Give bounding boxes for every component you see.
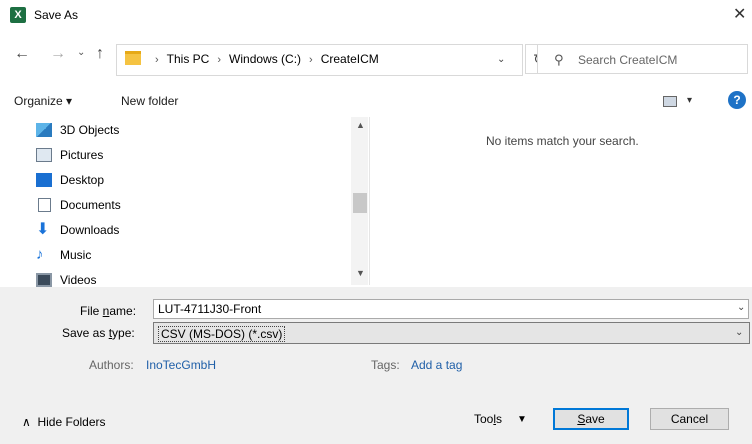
- authors-label: Authors:: [89, 358, 134, 372]
- file-name-input[interactable]: [153, 299, 749, 319]
- desktop-icon: [36, 173, 52, 187]
- sidebar-item-label: Documents: [60, 198, 121, 212]
- sidebar-item-label: Desktop: [60, 173, 105, 187]
- authors-value[interactable]: InoTecGmbH: [146, 358, 216, 372]
- file-name-label: File name:: [80, 304, 136, 318]
- new-folder-button[interactable]: New folder: [121, 94, 178, 108]
- command-bar: Organize ▾ New folder ▾ ?: [0, 87, 752, 115]
- scroll-down-chevron-icon[interactable]: ▼: [356, 268, 365, 278]
- label-text: File: [80, 304, 103, 318]
- search-icon: ⚲: [554, 52, 564, 67]
- navigation-pane[interactable]: 3D Objects Pictures Desktop Documents ⬇ …: [0, 117, 370, 287]
- help-icon[interactable]: ?: [728, 91, 746, 109]
- cancel-button[interactable]: Cancel: [650, 408, 729, 430]
- sidebar-item-label: 3D Objects: [60, 123, 120, 137]
- sidebar-item-label: Music: [60, 248, 92, 262]
- videos-icon: [36, 273, 52, 287]
- sidebar-item-label: Downloads: [60, 223, 120, 237]
- view-options-icon[interactable]: [663, 96, 677, 107]
- tools-dropdown-chevron-icon[interactable]: ▼: [517, 414, 527, 425]
- file-name-dropdown-chevron-icon[interactable]: ⌄: [737, 302, 745, 313]
- address-bar[interactable]: › This PC › Windows (C:) › CreateICM ⌄: [116, 44, 523, 76]
- excel-icon: X: [10, 7, 26, 23]
- view-dropdown-chevron-icon[interactable]: ▾: [687, 95, 692, 106]
- window-title: Save As: [34, 8, 79, 22]
- breadcrumb-windows-c[interactable]: Windows (C:): [229, 52, 301, 66]
- recent-locations-chevron-icon[interactable]: ⌄: [77, 47, 85, 58]
- chevron-up-icon: ∧: [22, 415, 31, 429]
- breadcrumb: › This PC › Windows (C:) › CreateICM: [147, 52, 379, 66]
- title-bar: [0, 0, 752, 30]
- breadcrumb-this-pc[interactable]: This PC: [167, 52, 210, 66]
- save-as-type-chevron-icon[interactable]: ⌄: [735, 327, 743, 338]
- search-input[interactable]: ⚲ Search CreateICM: [537, 44, 748, 74]
- breadcrumb-separator[interactable]: ›: [217, 54, 221, 66]
- breadcrumb-separator[interactable]: ›: [309, 54, 313, 66]
- downloads-icon: ⬇: [36, 221, 50, 238]
- cube-icon: [36, 123, 52, 137]
- label-text: ave: [585, 412, 605, 426]
- label-text: Too: [474, 412, 494, 426]
- tags-label: Tags:: [371, 358, 400, 372]
- hide-folders-button[interactable]: ∧ Hide Folders: [22, 415, 106, 429]
- empty-results-message: No items match your search.: [486, 134, 639, 148]
- folder-icon: [125, 51, 141, 65]
- save-as-type-value: CSV (MS-DOS) (*.csv): [158, 326, 286, 342]
- sidebar-item-label: Pictures: [60, 148, 104, 162]
- close-icon[interactable]: ✕: [733, 4, 746, 24]
- address-dropdown-chevron-icon[interactable]: ⌄: [497, 54, 505, 65]
- forward-arrow-icon[interactable]: →: [50, 45, 66, 63]
- scroll-up-chevron-icon[interactable]: ▲: [356, 120, 365, 130]
- label-text: Save as: [62, 326, 109, 340]
- up-arrow-icon[interactable]: ↑: [96, 45, 104, 63]
- search-placeholder: Search CreateICM: [578, 53, 678, 67]
- label-text: s: [496, 412, 503, 426]
- tools-button[interactable]: Tools: [474, 412, 502, 426]
- label-text: ame:: [109, 304, 137, 318]
- add-tag-link[interactable]: Add a tag: [411, 358, 462, 372]
- documents-icon: [38, 198, 51, 212]
- save-as-type-select[interactable]: CSV (MS-DOS) (*.csv): [153, 322, 750, 344]
- hide-folders-label: Hide Folders: [37, 415, 106, 429]
- save-as-type-label: Save as type:: [62, 326, 135, 340]
- back-arrow-icon[interactable]: ←: [14, 45, 30, 63]
- pictures-icon: [36, 148, 52, 162]
- sidebar-item-label: Videos: [60, 273, 97, 287]
- scrollbar-thumb[interactable]: [353, 193, 367, 213]
- organize-button[interactable]: Organize ▾: [14, 94, 72, 108]
- label-text: ype:: [112, 326, 135, 340]
- breadcrumb-separator: ›: [155, 54, 159, 66]
- breadcrumb-createicm[interactable]: CreateICM: [321, 52, 379, 66]
- save-button[interactable]: Save: [553, 408, 629, 430]
- music-icon: ♪: [36, 246, 44, 263]
- pane-divider[interactable]: [369, 117, 370, 285]
